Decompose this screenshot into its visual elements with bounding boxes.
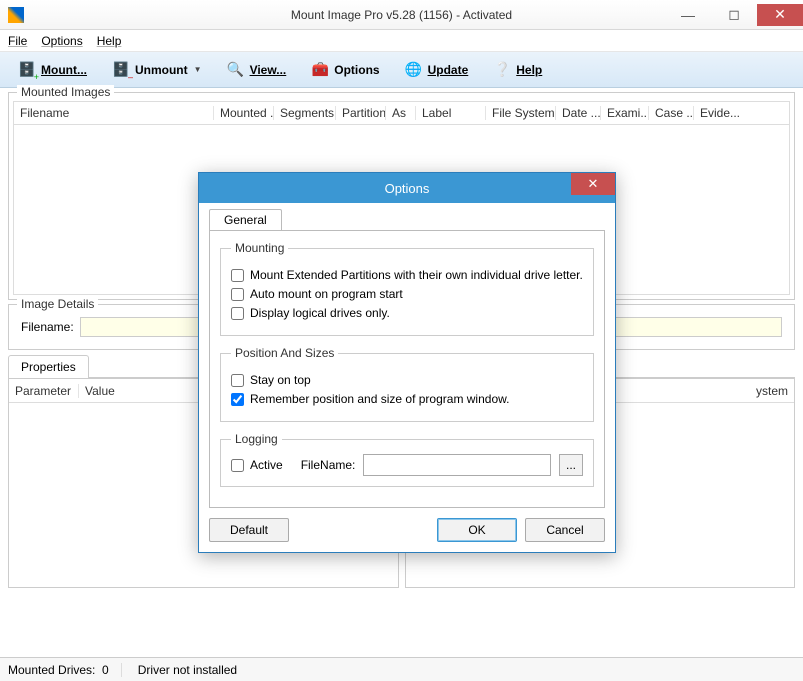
col-as[interactable]: As [386, 106, 416, 120]
menu-options[interactable]: Options [41, 34, 82, 48]
tab-properties[interactable]: Properties [8, 355, 89, 378]
options-button[interactable]: 🧰 Options [301, 55, 388, 85]
opt-active-label: Active [250, 458, 283, 472]
opt-remember-checkbox[interactable] [231, 393, 244, 406]
mounted-images-header[interactable]: Filename Mounted ... Segments Partition … [13, 101, 790, 125]
col-segments[interactable]: Segments [274, 106, 336, 120]
opt-remember-label: Remember position and size of program wi… [250, 392, 509, 406]
view-button[interactable]: 🔍 View... [217, 55, 296, 85]
opt-ext-partitions-checkbox[interactable] [231, 269, 244, 282]
opt-ext-partitions-row[interactable]: Mount Extended Partitions with their own… [231, 268, 583, 282]
opt-logical-only-label: Display logical drives only. [250, 306, 390, 320]
position-legend: Position And Sizes [231, 346, 338, 360]
mounting-fieldset: Mounting Mount Extended Partitions with … [220, 241, 594, 336]
titlebar: Mount Image Pro v5.28 (1156) - Activated… [0, 0, 803, 30]
window-controls: — ◻ ✕ [665, 4, 803, 26]
status-mounted-drives: Mounted Drives: 0 [8, 663, 122, 677]
menu-file[interactable]: File [8, 34, 27, 48]
image-details-label: Image Details [17, 297, 98, 311]
opt-stay-on-top-row[interactable]: Stay on top [231, 373, 583, 387]
mount-button[interactable]: 🗄️+ Mount... [8, 55, 96, 85]
logging-fieldset: Logging Active FileName: ... [220, 432, 594, 487]
mounting-legend: Mounting [231, 241, 288, 255]
position-fieldset: Position And Sizes Stay on top Remember … [220, 346, 594, 422]
default-button[interactable]: Default [209, 518, 289, 542]
opt-auto-mount-checkbox[interactable] [231, 288, 244, 301]
unmount-button[interactable]: 🗄️– Unmount ▼ [102, 55, 211, 85]
database-remove-icon: 🗄️– [111, 60, 131, 80]
status-driver: Driver not installed [138, 663, 237, 677]
opt-active-checkbox[interactable] [231, 459, 244, 472]
opt-logical-only-checkbox[interactable] [231, 307, 244, 320]
menu-help[interactable]: Help [97, 34, 122, 48]
mount-label: Mount... [41, 63, 87, 77]
opt-logical-only-row[interactable]: Display logical drives only. [231, 306, 583, 320]
col-partition[interactable]: Partition [336, 106, 386, 120]
col-exami[interactable]: Exami... [601, 106, 649, 120]
opt-active-row[interactable]: Active [231, 458, 283, 472]
opt-remember-row[interactable]: Remember position and size of program wi… [231, 392, 583, 406]
chevron-down-icon: ▼ [194, 65, 202, 74]
opt-auto-mount-row[interactable]: Auto mount on program start [231, 287, 583, 301]
options-dialog: Options ✕ General Mounting Mount Extende… [198, 172, 616, 553]
tab-general[interactable]: General [209, 209, 282, 230]
col-filename[interactable]: Filename [14, 106, 214, 120]
unmount-label: Unmount [135, 63, 188, 77]
globe-refresh-icon: 🌐 [404, 60, 424, 80]
opt-stay-on-top-label: Stay on top [250, 373, 311, 387]
col-mounted[interactable]: Mounted ... [214, 106, 274, 120]
close-button[interactable]: ✕ [757, 4, 803, 26]
help-icon: ❔ [492, 60, 512, 80]
options-label: Options [334, 63, 379, 77]
browse-button[interactable]: ... [559, 454, 583, 476]
help-button[interactable]: ❔ Help [483, 55, 551, 85]
view-label: View... [250, 63, 287, 77]
maximize-button[interactable]: ◻ [711, 4, 757, 26]
database-add-icon: 🗄️+ [17, 60, 37, 80]
statusbar: Mounted Drives: 0 Driver not installed [0, 657, 803, 681]
cancel-button[interactable]: Cancel [525, 518, 605, 542]
dialog-close-button[interactable]: ✕ [571, 173, 615, 195]
ok-button[interactable]: OK [437, 518, 517, 542]
toolbar: 🗄️+ Mount... 🗄️– Unmount ▼ 🔍 View... 🧰 O… [0, 52, 803, 88]
col-date[interactable]: Date ... [556, 106, 601, 120]
update-button[interactable]: 🌐 Update [395, 55, 478, 85]
opt-auto-mount-label: Auto mount on program start [250, 287, 403, 301]
opt-stay-on-top-checkbox[interactable] [231, 374, 244, 387]
filename-label: Filename: [21, 320, 74, 334]
log-filename-field[interactable] [363, 454, 551, 476]
minimize-button[interactable]: — [665, 4, 711, 26]
dialog-titlebar[interactable]: Options ✕ [199, 173, 615, 203]
col-evide[interactable]: Evide... [694, 106, 789, 120]
opt-ext-partitions-label: Mount Extended Partitions with their own… [250, 268, 583, 282]
options-icon: 🧰 [310, 60, 330, 80]
col-filesystem[interactable]: File System [486, 106, 556, 120]
col-case[interactable]: Case ... [649, 106, 694, 120]
update-label: Update [428, 63, 469, 77]
menubar: File Options Help [0, 30, 803, 52]
logging-legend: Logging [231, 432, 282, 446]
log-filename-label: FileName: [301, 458, 356, 472]
col-parameter[interactable]: Parameter [9, 384, 79, 398]
dialog-title: Options [385, 181, 430, 196]
magnifier-icon: 🔍 [226, 60, 246, 80]
help-label: Help [516, 63, 542, 77]
app-icon [8, 7, 24, 23]
col-label[interactable]: Label [416, 106, 486, 120]
mounted-images-label: Mounted Images [17, 85, 114, 99]
